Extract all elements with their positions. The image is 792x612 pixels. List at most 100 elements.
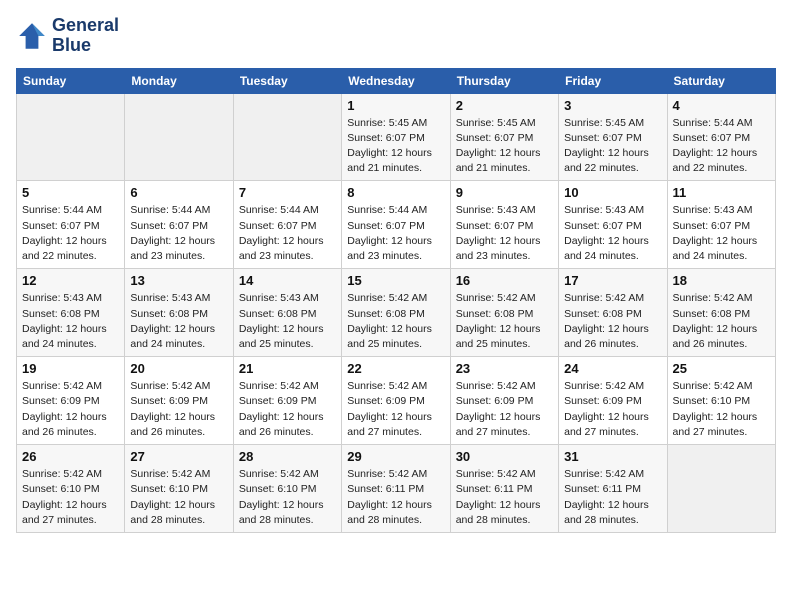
day-info: Sunrise: 5:42 AM Sunset: 6:08 PM Dayligh… [673, 291, 770, 352]
column-header-wednesday: Wednesday [342, 68, 450, 93]
calendar-table: SundayMondayTuesdayWednesdayThursdayFrid… [16, 68, 776, 533]
calendar-cell: 10 Sunrise: 5:43 AM Sunset: 6:07 PM Dayli… [559, 181, 667, 269]
day-number: 5 [22, 185, 119, 200]
day-number: 26 [22, 449, 119, 464]
calendar-week-row: 12 Sunrise: 5:43 AM Sunset: 6:08 PM Dayli… [17, 269, 776, 357]
column-header-saturday: Saturday [667, 68, 775, 93]
calendar-cell: 3 Sunrise: 5:45 AM Sunset: 6:07 PM Daylig… [559, 93, 667, 181]
calendar-cell: 19 Sunrise: 5:42 AM Sunset: 6:09 PM Dayli… [17, 357, 125, 445]
calendar-cell: 18 Sunrise: 5:42 AM Sunset: 6:08 PM Dayli… [667, 269, 775, 357]
day-info: Sunrise: 5:42 AM Sunset: 6:10 PM Dayligh… [22, 467, 119, 528]
column-header-friday: Friday [559, 68, 667, 93]
day-number: 8 [347, 185, 444, 200]
calendar-cell: 9 Sunrise: 5:43 AM Sunset: 6:07 PM Daylig… [450, 181, 558, 269]
day-number: 14 [239, 273, 336, 288]
calendar-cell: 23Sunrise: 5:42 AM Sunset: 6:09 PM Dayli… [450, 357, 558, 445]
calendar-cell: 17Sunrise: 5:42 AM Sunset: 6:08 PM Dayli… [559, 269, 667, 357]
day-info: Sunrise: 5:44 AM Sunset: 6:07 PM Dayligh… [673, 116, 770, 177]
day-number: 18 [673, 273, 770, 288]
day-info: Sunrise: 5:45 AM Sunset: 6:07 PM Dayligh… [347, 116, 444, 177]
day-number: 17 [564, 273, 661, 288]
day-number: 20 [130, 361, 227, 376]
calendar-week-row: 5 Sunrise: 5:44 AM Sunset: 6:07 PM Daylig… [17, 181, 776, 269]
calendar-cell [233, 93, 341, 181]
day-info: Sunrise: 5:45 AM Sunset: 6:07 PM Dayligh… [564, 116, 661, 177]
day-number: 30 [456, 449, 553, 464]
calendar-cell: 8 Sunrise: 5:44 AM Sunset: 6:07 PM Daylig… [342, 181, 450, 269]
day-number: 2 [456, 98, 553, 113]
day-number: 22 [347, 361, 444, 376]
day-info: Sunrise: 5:44 AM Sunset: 6:07 PM Dayligh… [22, 203, 119, 264]
day-number: 16 [456, 273, 553, 288]
calendar-cell [17, 93, 125, 181]
calendar-cell: 13Sunrise: 5:43 AM Sunset: 6:08 PM Dayli… [125, 269, 233, 357]
calendar-cell: 5 Sunrise: 5:44 AM Sunset: 6:07 PM Daylig… [17, 181, 125, 269]
day-info: Sunrise: 5:43 AM Sunset: 6:07 PM Dayligh… [564, 203, 661, 264]
day-info: Sunrise: 5:42 AM Sunset: 6:10 PM Dayligh… [673, 379, 770, 440]
day-number: 10 [564, 185, 661, 200]
day-info: Sunrise: 5:44 AM Sunset: 6:07 PM Dayligh… [130, 203, 227, 264]
calendar-cell: 31 Sunrise: 5:42 AM Sunset: 6:11 PM Dayli… [559, 445, 667, 533]
calendar-cell: 25 Sunrise: 5:42 AM Sunset: 6:10 PM Dayli… [667, 357, 775, 445]
calendar-cell: 1 Sunrise: 5:45 AM Sunset: 6:07 PM Daylig… [342, 93, 450, 181]
calendar-cell: 11Sunrise: 5:43 AM Sunset: 6:07 PM Dayli… [667, 181, 775, 269]
calendar-cell: 21Sunrise: 5:42 AM Sunset: 6:09 PM Dayli… [233, 357, 341, 445]
day-info: Sunrise: 5:42 AM Sunset: 6:08 PM Dayligh… [347, 291, 444, 352]
day-info: Sunrise: 5:45 AM Sunset: 6:07 PM Dayligh… [456, 116, 553, 177]
day-number: 3 [564, 98, 661, 113]
day-info: Sunrise: 5:42 AM Sunset: 6:09 PM Dayligh… [130, 379, 227, 440]
day-number: 4 [673, 98, 770, 113]
calendar-week-row: 19 Sunrise: 5:42 AM Sunset: 6:09 PM Dayli… [17, 357, 776, 445]
day-number: 12 [22, 273, 119, 288]
day-number: 6 [130, 185, 227, 200]
calendar-cell: 16 Sunrise: 5:42 AM Sunset: 6:08 PM Dayli… [450, 269, 558, 357]
calendar-cell: 26 Sunrise: 5:42 AM Sunset: 6:10 PM Dayli… [17, 445, 125, 533]
day-info: Sunrise: 5:43 AM Sunset: 6:08 PM Dayligh… [239, 291, 336, 352]
day-info: Sunrise: 5:43 AM Sunset: 6:07 PM Dayligh… [456, 203, 553, 264]
day-info: Sunrise: 5:43 AM Sunset: 6:08 PM Dayligh… [22, 291, 119, 352]
day-info: Sunrise: 5:42 AM Sunset: 6:09 PM Dayligh… [564, 379, 661, 440]
day-number: 27 [130, 449, 227, 464]
calendar-cell [667, 445, 775, 533]
logo-icon [16, 20, 48, 52]
calendar-header-row: SundayMondayTuesdayWednesdayThursdayFrid… [17, 68, 776, 93]
day-number: 13 [130, 273, 227, 288]
day-info: Sunrise: 5:42 AM Sunset: 6:08 PM Dayligh… [456, 291, 553, 352]
day-number: 9 [456, 185, 553, 200]
day-info: Sunrise: 5:42 AM Sunset: 6:10 PM Dayligh… [130, 467, 227, 528]
logo-text: General Blue [52, 16, 119, 56]
calendar-cell: 28Sunrise: 5:42 AM Sunset: 6:10 PM Dayli… [233, 445, 341, 533]
calendar-week-row: 1 Sunrise: 5:45 AM Sunset: 6:07 PM Daylig… [17, 93, 776, 181]
day-number: 31 [564, 449, 661, 464]
day-number: 24 [564, 361, 661, 376]
calendar-cell: 30Sunrise: 5:42 AM Sunset: 6:11 PM Dayli… [450, 445, 558, 533]
day-number: 19 [22, 361, 119, 376]
column-header-monday: Monday [125, 68, 233, 93]
day-info: Sunrise: 5:44 AM Sunset: 6:07 PM Dayligh… [239, 203, 336, 264]
day-info: Sunrise: 5:42 AM Sunset: 6:09 PM Dayligh… [456, 379, 553, 440]
calendar-cell: 4 Sunrise: 5:44 AM Sunset: 6:07 PM Daylig… [667, 93, 775, 181]
calendar-cell: 15Sunrise: 5:42 AM Sunset: 6:08 PM Dayli… [342, 269, 450, 357]
calendar-week-row: 26 Sunrise: 5:42 AM Sunset: 6:10 PM Dayli… [17, 445, 776, 533]
day-number: 7 [239, 185, 336, 200]
day-info: Sunrise: 5:42 AM Sunset: 6:11 PM Dayligh… [564, 467, 661, 528]
calendar-cell: 2 Sunrise: 5:45 AM Sunset: 6:07 PM Daylig… [450, 93, 558, 181]
day-info: Sunrise: 5:42 AM Sunset: 6:09 PM Dayligh… [347, 379, 444, 440]
calendar-cell: 14 Sunrise: 5:43 AM Sunset: 6:08 PM Dayli… [233, 269, 341, 357]
calendar-cell: 12 Sunrise: 5:43 AM Sunset: 6:08 PM Dayli… [17, 269, 125, 357]
day-info: Sunrise: 5:42 AM Sunset: 6:09 PM Dayligh… [239, 379, 336, 440]
calendar-cell: 24 Sunrise: 5:42 AM Sunset: 6:09 PM Dayli… [559, 357, 667, 445]
calendar-cell: 27 Sunrise: 5:42 AM Sunset: 6:10 PM Dayli… [125, 445, 233, 533]
calendar-cell: 7 Sunrise: 5:44 AM Sunset: 6:07 PM Daylig… [233, 181, 341, 269]
day-info: Sunrise: 5:44 AM Sunset: 6:07 PM Dayligh… [347, 203, 444, 264]
page-header: General Blue [16, 16, 776, 56]
calendar-cell [125, 93, 233, 181]
column-header-sunday: Sunday [17, 68, 125, 93]
day-number: 29 [347, 449, 444, 464]
day-number: 28 [239, 449, 336, 464]
day-info: Sunrise: 5:42 AM Sunset: 6:09 PM Dayligh… [22, 379, 119, 440]
day-number: 25 [673, 361, 770, 376]
day-number: 1 [347, 98, 444, 113]
calendar-cell: 29Sunrise: 5:42 AM Sunset: 6:11 PM Dayli… [342, 445, 450, 533]
logo: General Blue [16, 16, 119, 56]
